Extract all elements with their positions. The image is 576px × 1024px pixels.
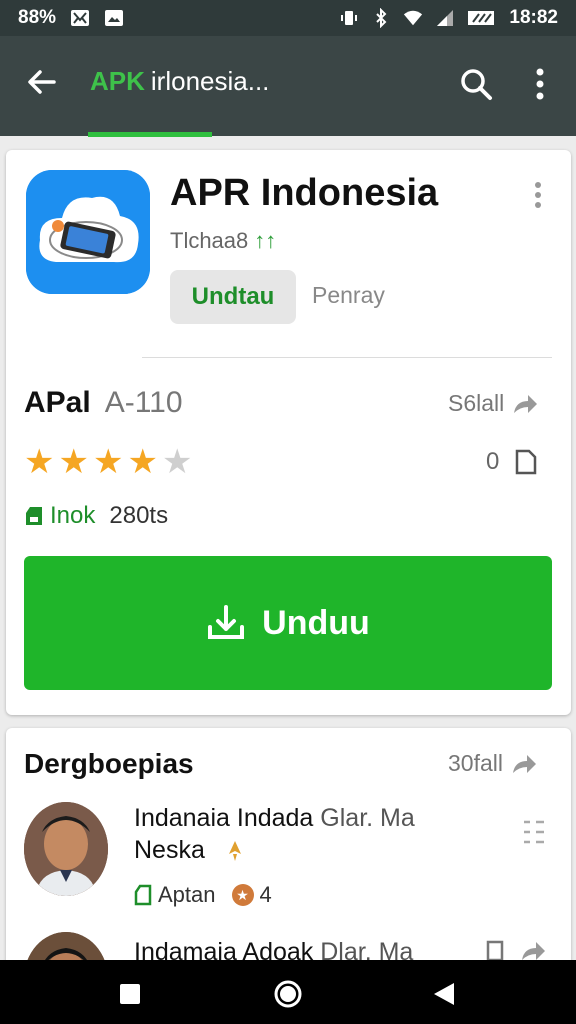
size-row: Inok 280ts	[24, 502, 168, 530]
review-more-button[interactable]	[522, 818, 546, 848]
app-toolbar: APK irlonesia...	[0, 36, 576, 137]
storage-icon	[134, 884, 152, 906]
toolbar-brand: APK	[90, 66, 145, 96]
badge-icon: ★	[231, 884, 254, 906]
reviews-card: Dergboepias 30fall Indanaia Indada Glar.…	[6, 728, 571, 1024]
see-all-link[interactable]: S6lall	[448, 390, 538, 417]
toolbar-title-text: irlonesia...	[150, 66, 270, 96]
review-meta-label: Aptan	[158, 882, 216, 907]
see-all-label: S6lall	[448, 390, 505, 416]
status-bar: 88% 18:82	[0, 0, 576, 36]
more-vert-icon	[536, 68, 544, 100]
search-button[interactable]	[452, 60, 500, 108]
app-title: APR Indonesia	[170, 172, 439, 214]
notification-icon	[71, 10, 90, 26]
developer-badge: ↑↑	[254, 228, 277, 253]
secondary-chip[interactable]: Penray	[312, 282, 385, 309]
star-filled-icon: ★	[24, 443, 55, 481]
home-button[interactable]	[268, 974, 308, 1014]
search-icon	[461, 69, 492, 100]
review-meta: Aptan ★ 4	[134, 882, 272, 908]
review-actions	[486, 940, 546, 962]
download-button[interactable]: Unduu	[24, 556, 552, 690]
share-arrow-icon	[512, 754, 536, 773]
rocket-icon	[228, 841, 241, 862]
download-label: Unduu	[262, 603, 370, 642]
app-icon[interactable]	[26, 170, 150, 294]
rating-stars: ★ ★ ★ ★ ★	[24, 444, 192, 480]
avatar[interactable]	[24, 802, 108, 896]
battery-icon	[468, 11, 495, 25]
reviewer-photo	[24, 802, 108, 896]
review-meta-count: 4	[259, 882, 272, 907]
wifi-icon	[404, 10, 423, 26]
back-nav-button[interactable]	[424, 974, 464, 1014]
bluetooth-icon	[376, 8, 387, 28]
back-triangle-icon	[434, 983, 454, 1005]
drag-handle-icon	[524, 820, 544, 844]
reviews-title: Dergboepias	[24, 748, 194, 779]
share-arrow-icon	[514, 394, 538, 413]
review-subline: Neska	[134, 836, 205, 864]
signal-icon	[437, 10, 454, 26]
developer-label: Tlchaa8	[170, 228, 249, 253]
tab-indicator	[88, 132, 212, 137]
share-arrow-icon[interactable]	[520, 940, 546, 962]
install-chip[interactable]: Undtau	[170, 270, 296, 324]
battery-percent: 88%	[18, 7, 57, 28]
document-icon[interactable]	[515, 449, 537, 475]
version-value: A-110	[104, 386, 183, 419]
overflow-menu-button[interactable]	[522, 62, 558, 106]
toolbar-title: APK irlonesia...	[90, 66, 269, 97]
navigation-bar	[0, 960, 576, 1024]
review-line-1: Indanaia Indada Glar. Ma	[134, 804, 415, 833]
image-icon	[105, 10, 124, 26]
card-overflow-button[interactable]	[526, 178, 550, 212]
star-filled-icon: ★	[58, 443, 89, 481]
size-value: 280ts	[109, 502, 169, 529]
recents-square-icon	[120, 984, 140, 1004]
cloud-phone-icon	[26, 170, 150, 294]
recents-button[interactable]	[110, 974, 150, 1014]
version-row: APal A-110	[24, 386, 183, 420]
back-arrow-icon	[28, 70, 56, 94]
review-text: Glar. Ma	[320, 804, 415, 832]
star-empty-icon: ★	[161, 443, 193, 481]
see-all-label: 30fall	[448, 750, 503, 776]
version-key: APal	[24, 386, 91, 419]
review-line-2: Neska	[134, 836, 244, 865]
star-filled-icon: ★	[92, 443, 124, 481]
storage-icon	[26, 507, 42, 525]
home-circle-icon	[274, 980, 302, 1008]
more-vert-icon	[535, 182, 541, 208]
download-icon	[208, 605, 245, 639]
counter: 0	[486, 448, 537, 476]
review-author: Indanaia Indada	[134, 804, 314, 832]
divider	[142, 357, 552, 358]
clock: 18:82	[509, 7, 558, 28]
star-filled-icon: ★	[127, 443, 158, 481]
document-icon[interactable]	[486, 940, 504, 962]
counter-value: 0	[486, 448, 500, 475]
back-button[interactable]	[22, 62, 62, 102]
reviews-see-all-link[interactable]: 30fall	[448, 750, 537, 777]
developer-name[interactable]: Tlchaa8 ↑↑	[170, 228, 276, 254]
size-label: Inok	[50, 502, 96, 529]
vibrate-icon	[341, 11, 358, 25]
app-details-card: APR Indonesia Tlchaa8 ↑↑ Undtau Penray AP…	[6, 150, 571, 715]
